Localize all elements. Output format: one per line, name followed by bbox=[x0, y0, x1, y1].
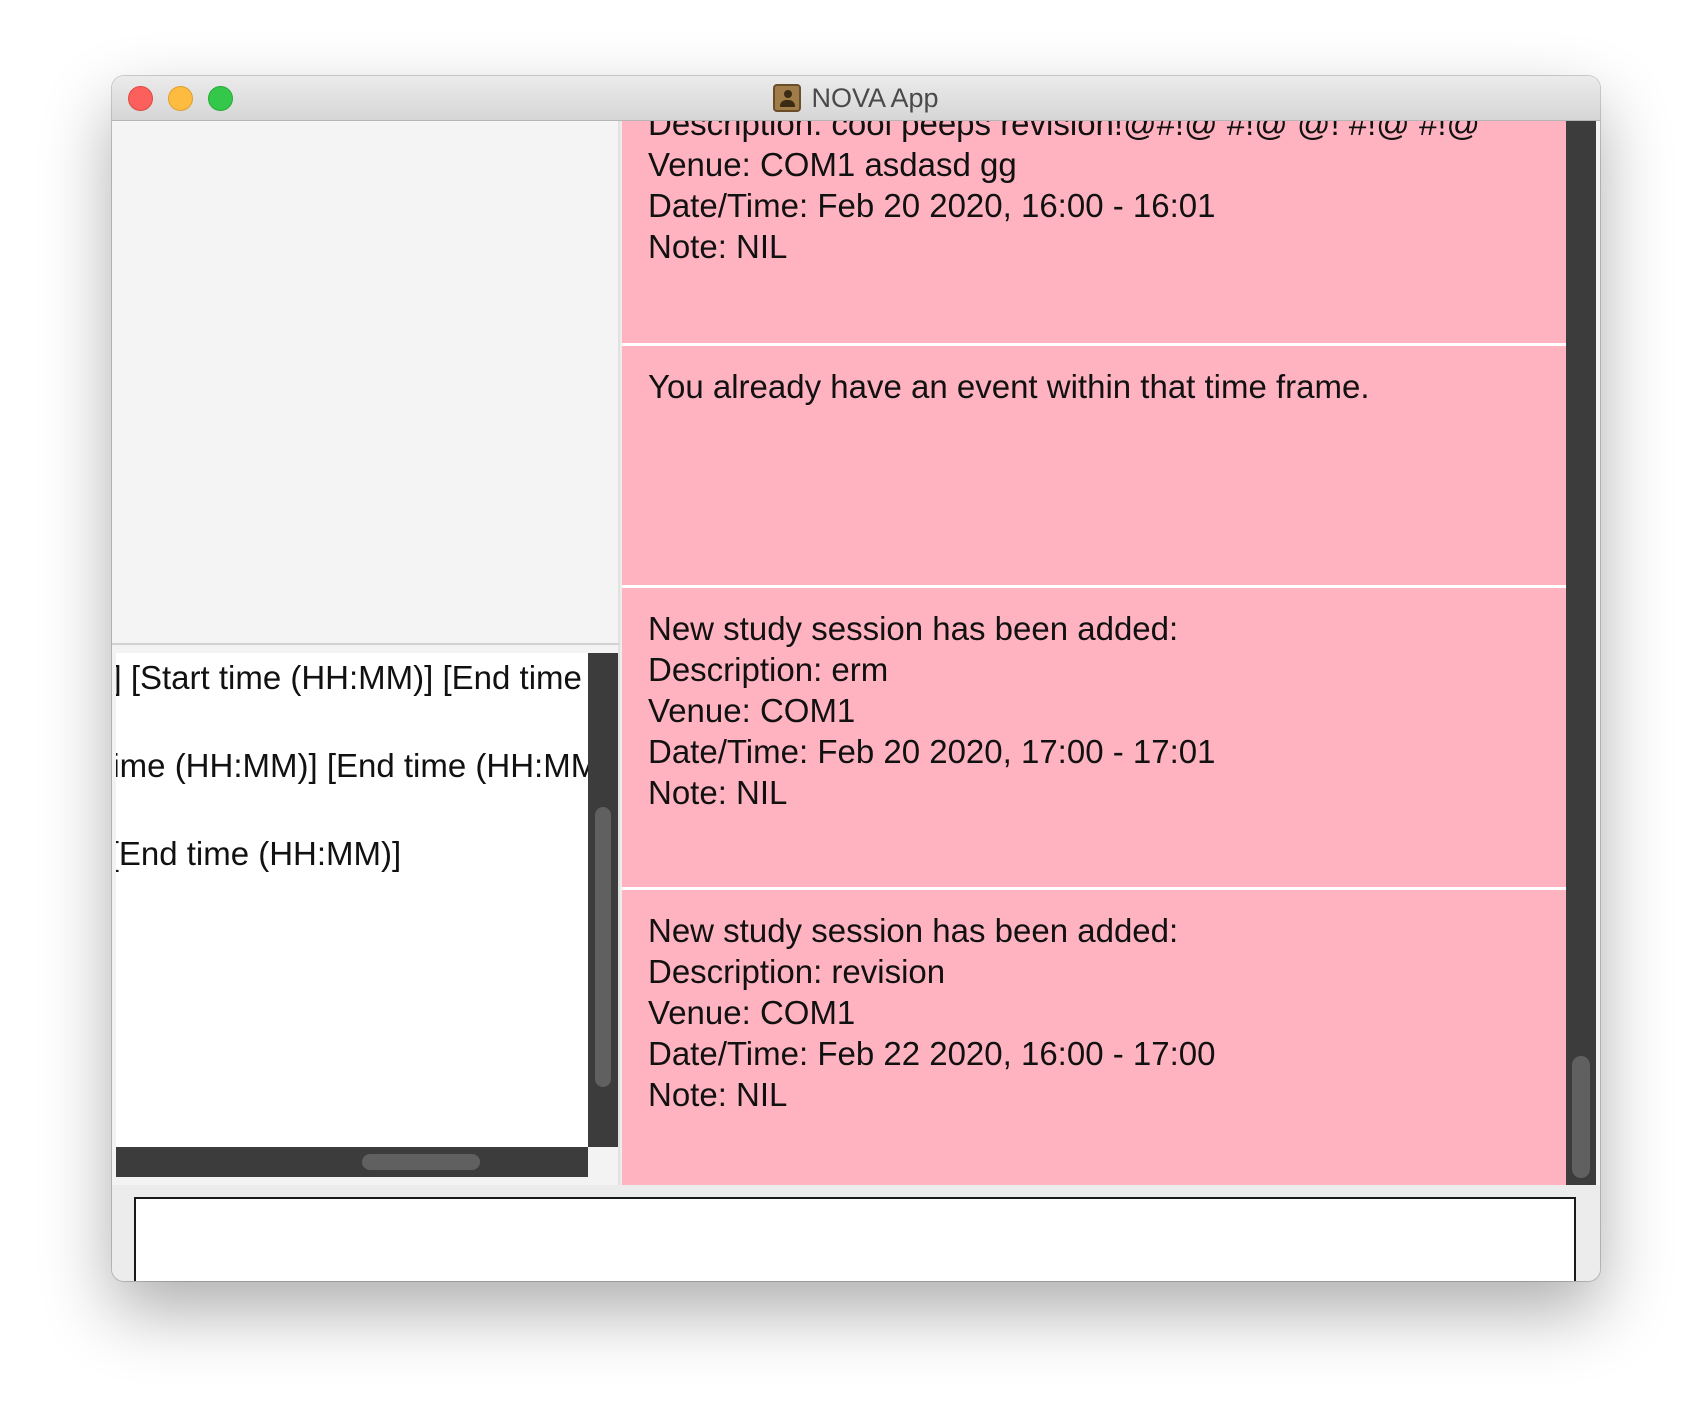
result-list-vertical-scroll-thumb[interactable] bbox=[1572, 1056, 1590, 1178]
address-book-icon bbox=[773, 84, 802, 112]
result-line: Note: NIL bbox=[648, 1076, 788, 1113]
command-input[interactable] bbox=[134, 1197, 1576, 1281]
app-window: NOVA App M)] [Start time (HH:MM)] [End t… bbox=[112, 76, 1600, 1281]
command-history-line: M)] [Start time (HH:MM)] [End time (HH:M… bbox=[116, 659, 588, 696]
command-history-horizontal-scrollbar[interactable] bbox=[116, 1147, 588, 1177]
command-history-line: D)] [Start time (HH:MM)] [End time (HH:M… bbox=[116, 747, 588, 784]
result-line: Date/Time: Feb 20 2020, 17:00 - 17:01 bbox=[648, 733, 1216, 770]
left-empty-panel bbox=[112, 121, 620, 643]
result-line: New study session has been added: bbox=[648, 610, 1179, 647]
result-card: Description: cool peeps revision!@#!@ #!… bbox=[622, 121, 1566, 346]
result-line: Description: erm bbox=[648, 651, 889, 688]
result-list-panel: Description: cool peeps revision!@#!@ #!… bbox=[622, 121, 1600, 1185]
result-line: Description: revision bbox=[648, 953, 946, 990]
window-title-group: NOVA App bbox=[112, 76, 1600, 120]
result-card: New study session has been added: Descri… bbox=[622, 890, 1566, 1185]
result-list-vertical-scrollbar[interactable] bbox=[1566, 121, 1596, 1185]
result-list-viewport[interactable]: Description: cool peeps revision!@#!@ #!… bbox=[622, 121, 1566, 1185]
result-line: Venue: COM1 bbox=[648, 994, 856, 1031]
command-history-vertical-scroll-thumb[interactable] bbox=[595, 807, 611, 1087]
command-bar bbox=[112, 1185, 1600, 1281]
result-line: New study session has been added: bbox=[648, 912, 1179, 949]
result-line: Note: NIL bbox=[648, 774, 788, 811]
window-title: NOVA App bbox=[811, 82, 939, 113]
result-line: Date/Time: Feb 22 2020, 16:00 - 17:00 bbox=[648, 1035, 1216, 1072]
result-line: Venue: COM1 bbox=[648, 692, 856, 729]
result-line: You already have an event within that ti… bbox=[648, 368, 1370, 405]
command-history-horizontal-scroll-thumb[interactable] bbox=[362, 1154, 480, 1170]
result-line: Venue: COM1 asdasd gg bbox=[648, 146, 1017, 183]
result-card: New study session has been added: Descri… bbox=[622, 588, 1566, 890]
title-bar[interactable]: NOVA App bbox=[112, 76, 1600, 121]
command-history-line: [Start time (HH:MM)] [End time (HH:MM)] bbox=[116, 835, 402, 872]
command-history-vertical-scrollbar[interactable] bbox=[588, 653, 618, 1147]
command-history-panel: M)] [Start time (HH:MM)] [End time (HH:M… bbox=[112, 643, 620, 1253]
result-line: Description: cool peeps revision!@#!@ #!… bbox=[648, 121, 1480, 142]
result-line: Note: NIL bbox=[648, 228, 788, 265]
command-history-viewport[interactable]: M)] [Start time (HH:MM)] [End time (HH:M… bbox=[116, 653, 588, 1147]
result-line: Date/Time: Feb 20 2020, 16:00 - 16:01 bbox=[648, 187, 1216, 224]
result-card: You already have an event within that ti… bbox=[622, 346, 1566, 588]
scrollbar-corner bbox=[588, 1147, 618, 1177]
